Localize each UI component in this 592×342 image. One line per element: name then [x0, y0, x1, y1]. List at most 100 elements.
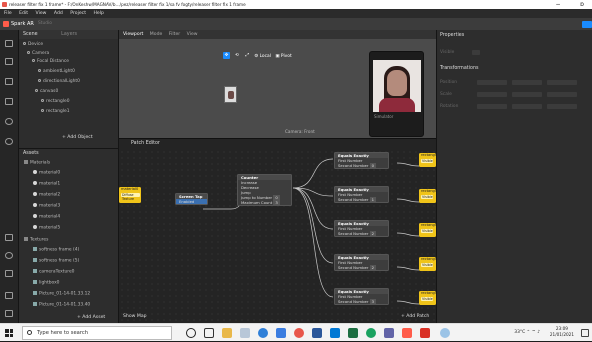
asset-picture-1[interactable]: Picture_01-14-01.33.12	[33, 291, 90, 298]
asset-texture-0[interactable]: softness frame (4)	[33, 247, 79, 254]
tree-item-camera[interactable]: Camera	[27, 51, 49, 57]
patch-output-rectangle4[interactable]: rectangle4Visible	[419, 291, 436, 305]
asset-material4[interactable]: material4	[33, 214, 60, 221]
local-toggle[interactable]: ⚙ Local	[254, 54, 271, 59]
move-tool-icon[interactable]: ✥	[223, 52, 230, 59]
screen-tap-enabled-port[interactable]: Enabled	[176, 199, 207, 204]
tree-item-ambient-light[interactable]: ambientLight0	[38, 69, 75, 75]
toolbar-video-icon[interactable]	[5, 98, 13, 105]
taskbar-clock[interactable]: 23:09 21/01/2021	[550, 326, 574, 338]
task-view-icon[interactable]	[204, 328, 214, 338]
asset-material3[interactable]: material3	[33, 203, 60, 210]
mail-icon[interactable]	[276, 328, 286, 338]
patch-counter-node[interactable]: Counter Increase Decrease Jump Jump to N…	[237, 174, 292, 206]
acrobat-icon[interactable]	[420, 328, 430, 338]
diffuse-texture-port[interactable]: Diffuse Texture	[121, 192, 140, 201]
asset-material0[interactable]: material0	[33, 170, 60, 177]
publish-button[interactable]	[582, 21, 592, 28]
scale-x-field[interactable]	[477, 92, 507, 97]
tree-item-rectangle1[interactable]: rectangle1	[41, 109, 70, 115]
cortana-icon[interactable]	[186, 328, 196, 338]
patch-screen-tap-node[interactable]: Screen Tap Enabled	[175, 193, 208, 205]
counter-max-count[interactable]: Maximum Count 3	[238, 200, 291, 205]
pivot-toggle[interactable]: ▣ Pivot	[275, 54, 291, 59]
tree-item-rectangle0[interactable]: rectangle0	[41, 99, 70, 105]
taskbar-search-box[interactable]: Type here to search	[22, 326, 172, 340]
tab-layers[interactable]: Layers	[61, 32, 77, 37]
patch-output-rectangle2[interactable]: rectangle2Visible	[419, 223, 436, 237]
folder-materials[interactable]: Materials	[24, 160, 50, 167]
chat-app-icon[interactable]	[366, 328, 376, 338]
patch-editor[interactable]: Patch Editor material0 Diffuse Texture S…	[119, 138, 436, 323]
tree-item-device[interactable]: Device	[23, 42, 43, 48]
toolbar-record-icon[interactable]	[5, 118, 13, 125]
network-icon[interactable]: ⌔	[532, 330, 536, 335]
asset-lightbox[interactable]: lightbox0	[33, 280, 59, 287]
toolbar-device-icon[interactable]	[5, 78, 13, 85]
tree-item-focal-distance[interactable]: Focal Distance	[32, 59, 69, 65]
asset-picture-2[interactable]: Picture_01-14-01.33.40	[33, 302, 90, 309]
rotate-tool-icon[interactable]: ⟲	[233, 52, 240, 59]
outlook-icon[interactable]	[330, 328, 340, 338]
toolbar-layout-icon[interactable]	[5, 40, 13, 47]
toolbar-share-icon[interactable]	[5, 292, 13, 299]
menu-add[interactable]: Add	[54, 11, 63, 16]
rotation-z-field[interactable]	[547, 104, 577, 109]
tree-item-canvas[interactable]: canvas0	[35, 89, 58, 95]
tab-viewport[interactable]: Viewport	[123, 32, 143, 37]
toolbar-screen-icon[interactable]	[5, 234, 13, 241]
chevron-up-icon[interactable]: ⌃	[527, 330, 531, 335]
excel-icon[interactable]	[348, 328, 358, 338]
pinned-app-icon[interactable]	[240, 328, 250, 338]
viewport-filter-menu[interactable]: Filter	[169, 32, 180, 37]
scale-z-field[interactable]	[547, 92, 577, 97]
asset-material2[interactable]: material2	[33, 192, 60, 199]
viewport-view-menu[interactable]: View	[187, 32, 198, 37]
close-button[interactable]: ɒ	[576, 0, 588, 9]
toolbar-audio-icon[interactable]	[5, 252, 13, 259]
patch-equals-node-3[interactable]: Equals Exactly First Number Second Numbe…	[334, 220, 389, 237]
add-patch-button[interactable]: + Add Patch	[401, 314, 429, 319]
rotation-x-field[interactable]	[477, 104, 507, 109]
minimize-button[interactable]: −	[552, 0, 564, 9]
menu-file[interactable]: File	[4, 11, 12, 16]
volume-icon[interactable]: ♪	[537, 330, 540, 335]
patch-output-rectangle3[interactable]: rectangle3Visible	[419, 257, 436, 271]
add-asset-button[interactable]: + Add Asset	[77, 315, 105, 320]
word-icon[interactable]	[312, 328, 322, 338]
position-y-field[interactable]	[512, 80, 542, 85]
teams-icon[interactable]	[384, 328, 394, 338]
asset-camera-texture[interactable]: cameraTexture0	[33, 269, 74, 276]
position-z-field[interactable]	[547, 80, 577, 85]
show-map-button[interactable]: Show Map	[123, 314, 147, 319]
notification-icon[interactable]	[581, 329, 589, 337]
folder-textures[interactable]: Textures	[24, 237, 48, 244]
asset-material1[interactable]: material1	[33, 181, 60, 188]
scale-tool-icon[interactable]: ⤢	[244, 52, 251, 59]
visible-checkbox[interactable]	[472, 50, 480, 55]
menu-help[interactable]: Help	[93, 11, 103, 16]
weather-icon[interactable]	[440, 328, 450, 338]
file-explorer-icon[interactable]	[222, 328, 232, 338]
viewport[interactable]: Viewport Mode Filter View ✥ ⟲ ⤢ ⚙ Local …	[119, 30, 436, 138]
asset-texture-1[interactable]: softness frame (5)	[33, 258, 79, 265]
toolbar-search-icon[interactable]	[5, 138, 13, 145]
patch-equals-node-5[interactable]: Equals Exactly First Number Second Numbe…	[334, 288, 389, 305]
rotation-y-field[interactable]	[512, 104, 542, 109]
spark-ar-taskbar-icon[interactable]	[402, 328, 412, 338]
tree-item-directional-light[interactable]: directionalLight0	[38, 79, 80, 85]
menu-view[interactable]: View	[36, 11, 47, 16]
patch-output-rectangle1[interactable]: rectangle1Visible	[419, 189, 436, 203]
patch-output-rectangle0[interactable]: rectangle0Visible	[419, 153, 436, 167]
device-preview[interactable]: Simulator	[369, 51, 424, 137]
menu-edit[interactable]: Edit	[19, 11, 28, 16]
temperature[interactable]: 33°C	[514, 330, 525, 335]
toolbar-upload-icon[interactable]	[5, 310, 13, 317]
asset-material5[interactable]: material5	[33, 225, 60, 232]
patch-equals-node-2[interactable]: Equals Exactly First Number Second Numbe…	[334, 186, 389, 203]
edge-icon[interactable]	[258, 328, 268, 338]
tab-scene[interactable]: Scene	[23, 32, 38, 37]
patch-equals-node-4[interactable]: Equals Exactly First Number Second Numbe…	[334, 254, 389, 271]
toolbar-test-icon[interactable]	[5, 270, 13, 277]
add-object-button[interactable]: + Add Object	[62, 135, 93, 140]
